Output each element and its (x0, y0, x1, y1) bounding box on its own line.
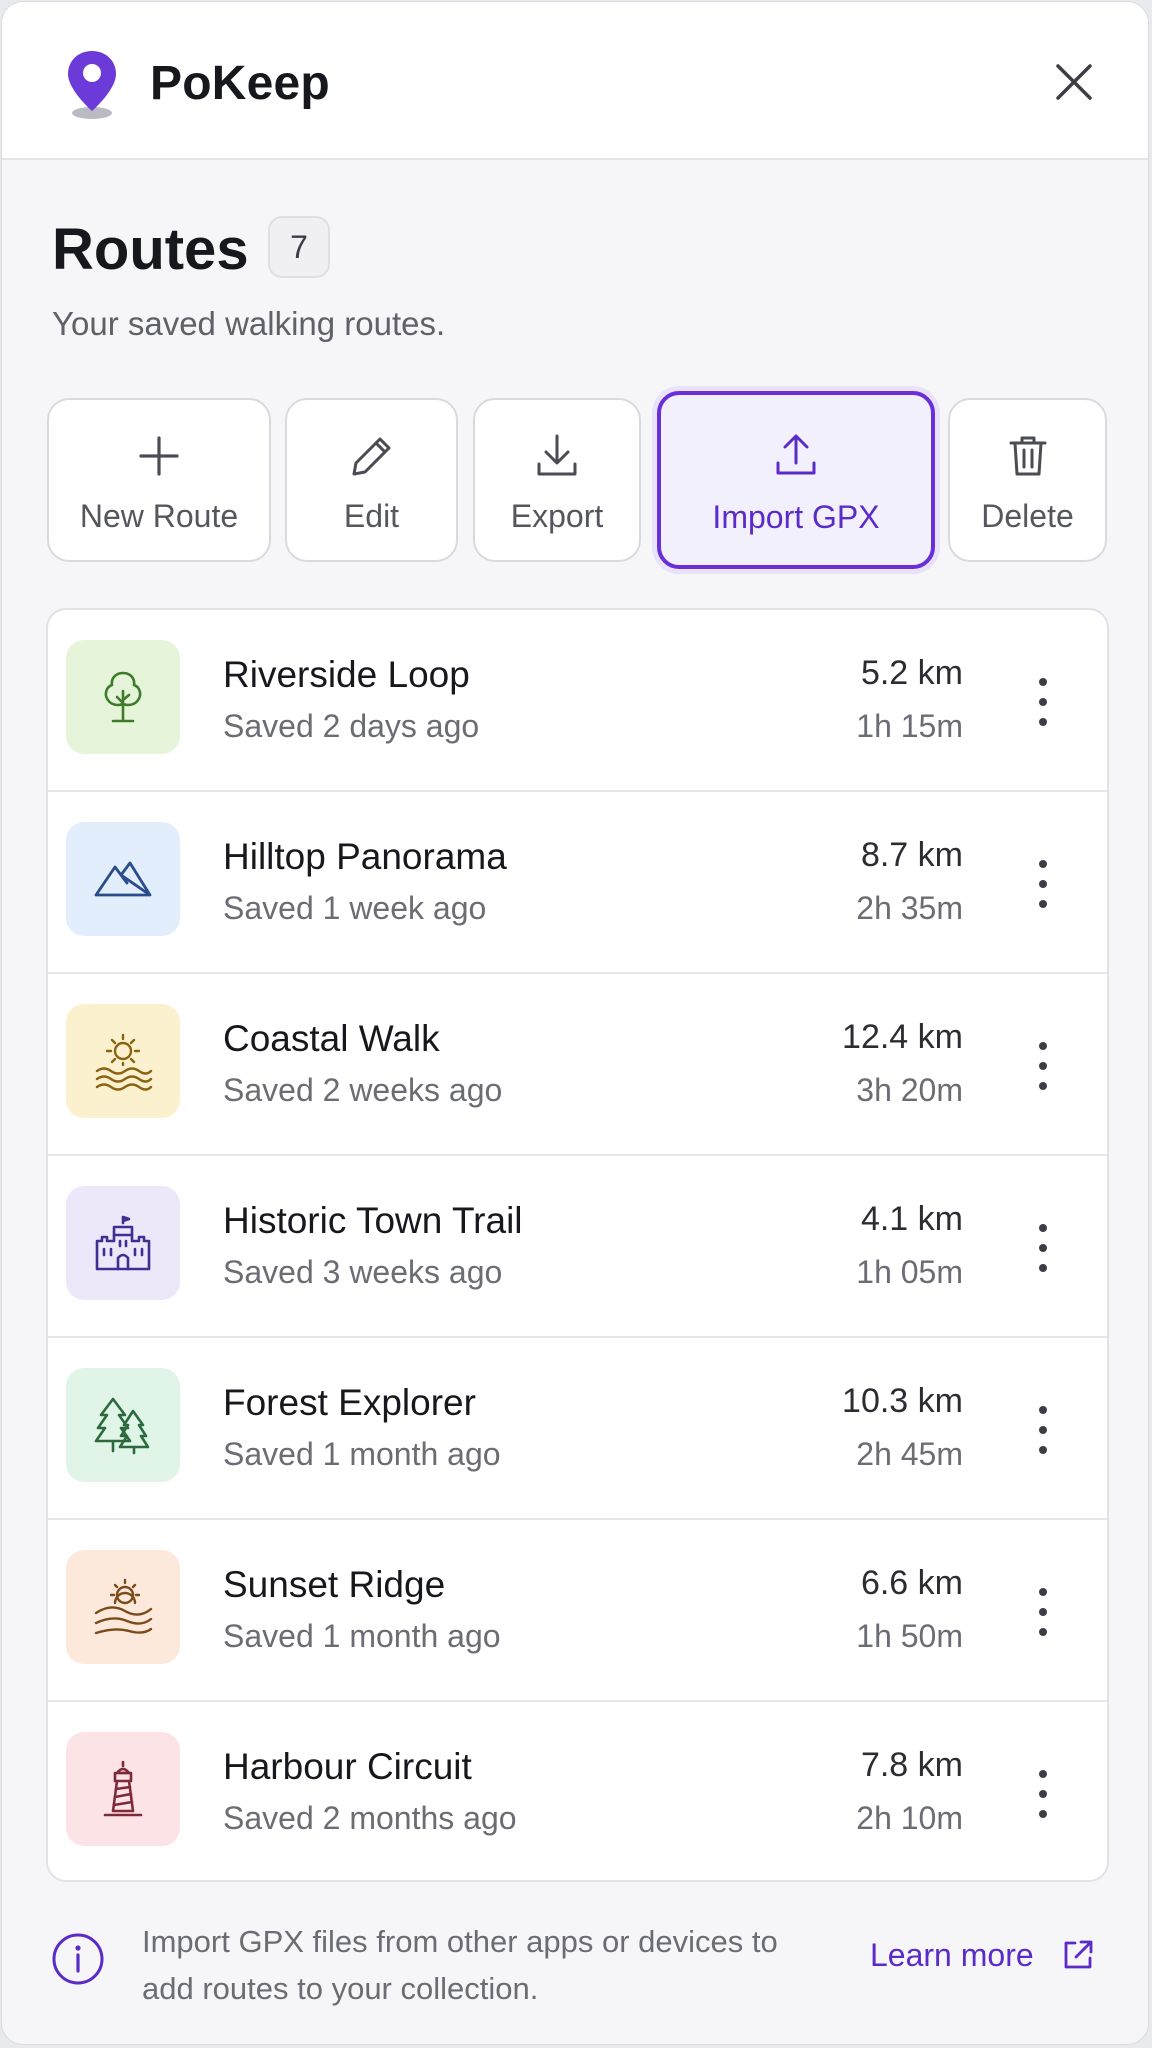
route-icon-tile (66, 1186, 180, 1300)
download-icon (537, 434, 577, 476)
route-duration: 1h 15m (856, 708, 963, 744)
export-button[interactable]: Export (473, 398, 641, 562)
delete-label: Delete (981, 498, 1074, 534)
route-saved-time: Saved 1 month ago (223, 1618, 501, 1654)
route-saved-time: Saved 2 months ago (223, 1800, 517, 1836)
route-distance: 6.6 km (860, 1564, 963, 1602)
route-duration: 2h 35m (856, 890, 963, 926)
route-distance: 7.8 km (860, 1746, 963, 1784)
new-route-button[interactable]: New Route (47, 398, 271, 562)
more-options-icon[interactable] (1023, 854, 1063, 914)
pine-trees-icon (94, 1397, 150, 1455)
learn-more-link[interactable]: Learn more (870, 1937, 1034, 1974)
route-duration: 3h 20m (856, 1072, 963, 1108)
route-saved-time: Saved 1 week ago (223, 890, 487, 926)
app-title: PoKeep (150, 57, 330, 110)
route-row[interactable]: Harbour Circuit Saved 2 months ago 7.8 k… (48, 1702, 1107, 1880)
route-saved-time: Saved 2 weeks ago (223, 1072, 503, 1108)
route-count-badge: 7 (268, 216, 330, 278)
routes-list: Riverside Loop Saved 2 days ago 5.2 km 1… (46, 608, 1109, 1882)
route-saved-time: Saved 2 days ago (223, 708, 480, 744)
route-icon-tile (66, 1368, 180, 1482)
route-name: Forest Explorer (223, 1382, 476, 1423)
route-duration: 1h 05m (856, 1254, 963, 1290)
sun-waves-icon (95, 1033, 153, 1091)
edit-label: Edit (343, 498, 400, 534)
plus-icon (139, 436, 179, 476)
upload-icon (776, 434, 816, 475)
page-title: Routes (52, 217, 249, 282)
route-name: Hilltop Panorama (223, 836, 507, 877)
route-row[interactable]: Riverside Loop Saved 2 days ago 5.2 km 1… (48, 610, 1107, 792)
lighthouse-icon (103, 1760, 143, 1817)
route-icon-tile (66, 1550, 180, 1664)
more-options-icon[interactable] (1023, 1036, 1063, 1096)
route-row[interactable]: Hilltop Panorama Saved 1 week ago 8.7 km… (48, 792, 1107, 974)
import-info-text: Import GPX files from other apps or devi… (142, 1924, 778, 2006)
castle-icon (95, 1215, 151, 1271)
route-row[interactable]: Sunset Ridge Saved 1 month ago 6.6 km 1h… (48, 1520, 1107, 1702)
tree-icon (104, 671, 142, 723)
route-icon-tile (66, 1004, 180, 1118)
route-distance: 4.1 km (860, 1200, 963, 1238)
close-icon[interactable] (1052, 60, 1096, 104)
route-name: Sunset Ridge (223, 1564, 446, 1605)
route-row[interactable]: Forest Explorer Saved 1 month ago 10.3 k… (48, 1338, 1107, 1520)
more-options-icon[interactable] (1023, 672, 1063, 732)
more-options-icon[interactable] (1023, 1218, 1063, 1278)
trash-icon (1009, 436, 1046, 476)
route-distance: 12.4 km (842, 1018, 963, 1056)
route-duration: 2h 45m (856, 1436, 963, 1472)
pencil-icon (352, 437, 390, 476)
more-options-icon[interactable] (1023, 1582, 1063, 1642)
pokeep-window: PoKeep Routes 7 Your saved walking route… (1, 1, 1149, 2045)
route-row[interactable]: Historic Town Trail Saved 3 weeks ago 4.… (48, 1156, 1107, 1338)
delete-button[interactable]: Delete (948, 398, 1107, 562)
page-subtitle: Your saved walking routes. (52, 305, 446, 342)
route-name: Coastal Walk (223, 1018, 440, 1059)
sunset-icon (94, 1578, 153, 1635)
route-icon-tile (66, 1732, 180, 1846)
more-options-icon[interactable] (1023, 1400, 1063, 1460)
route-duration: 1h 50m (856, 1618, 963, 1654)
import-gpx-button[interactable]: Import GPX (657, 391, 935, 569)
route-saved-time: Saved 3 weeks ago (223, 1254, 503, 1290)
header: PoKeep (2, 2, 1148, 160)
import-gpx-label: Import GPX (712, 499, 880, 535)
route-row[interactable]: Coastal Walk Saved 2 weeks ago 12.4 km 3… (48, 974, 1107, 1156)
more-options-icon[interactable] (1023, 1764, 1063, 1824)
route-name: Historic Town Trail (223, 1200, 523, 1241)
location-pin-icon (68, 51, 116, 119)
route-duration: 2h 10m (856, 1800, 963, 1836)
external-link-icon[interactable] (1060, 1937, 1096, 1973)
edit-button[interactable]: Edit (285, 398, 458, 562)
route-distance: 10.3 km (842, 1382, 963, 1420)
mountain-icon (94, 861, 152, 897)
route-saved-time: Saved 1 month ago (223, 1436, 501, 1472)
route-name: Harbour Circuit (223, 1746, 472, 1787)
info-icon (52, 1933, 104, 1985)
new-route-label: New Route (79, 498, 239, 534)
route-distance: 8.7 km (860, 836, 963, 874)
route-icon-tile (66, 640, 180, 754)
route-name: Riverside Loop (223, 654, 470, 695)
export-label: Export (510, 498, 604, 534)
route-icon-tile (66, 822, 180, 936)
route-distance: 5.2 km (860, 654, 963, 692)
